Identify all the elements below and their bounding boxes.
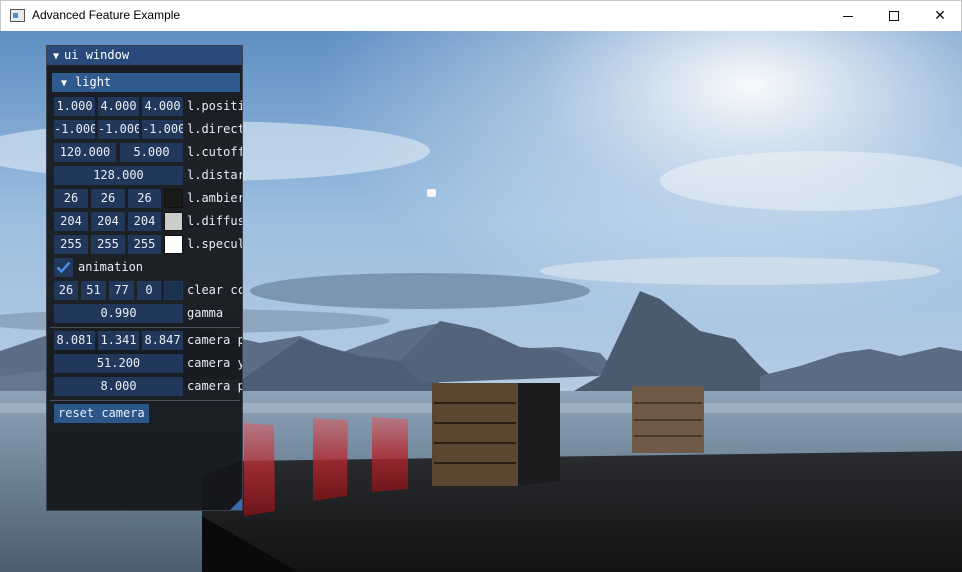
light-specular-label: l.specul bbox=[187, 237, 243, 251]
light-diffuse-swatch[interactable] bbox=[164, 212, 183, 231]
app-icon bbox=[10, 9, 25, 22]
light-position-label: l.positi bbox=[187, 99, 243, 113]
light-ambient-row: 26 26 26 l.ambier bbox=[54, 189, 243, 208]
light-distance-row: 128.000 l.distar bbox=[54, 166, 243, 185]
ui-window[interactable]: ▼ ui window ▼ light 1.000 4.000 4.000 l.po… bbox=[46, 45, 243, 511]
light-cutoff-row: 120.000 5.000 l.cutoff bbox=[54, 143, 243, 162]
light-diffuse-label: l.diffus bbox=[187, 214, 243, 228]
camera-pitch-slider[interactable]: 8.000 bbox=[54, 377, 183, 396]
camera-position-label: camera p bbox=[187, 333, 243, 347]
collapse-arrow-icon[interactable]: ▼ bbox=[53, 51, 59, 62]
checkmark-icon bbox=[56, 261, 71, 274]
light-section-header[interactable]: ▼ light bbox=[52, 73, 240, 92]
light-position-z-field[interactable]: 4.000 bbox=[142, 97, 183, 116]
light-ambient-r-field[interactable]: 26 bbox=[54, 189, 88, 208]
light-position-x-field[interactable]: 1.000 bbox=[54, 97, 95, 116]
title-bar: Advanced Feature Example ✕ bbox=[0, 0, 962, 31]
light-direction-z-field[interactable]: -1.000 bbox=[142, 120, 183, 139]
light-ambient-swatch[interactable] bbox=[164, 189, 183, 208]
camera-yaw-slider[interactable]: 51.200 bbox=[54, 354, 183, 373]
clear-color-row: 26 51 77 0 clear cc bbox=[54, 281, 243, 300]
light-direction-y-field[interactable]: -1.000 bbox=[98, 120, 139, 139]
window-title: Advanced Feature Example bbox=[32, 8, 181, 22]
light-direction-x-field[interactable]: -1.000 bbox=[54, 120, 95, 139]
clear-color-a-field[interactable]: 0 bbox=[137, 281, 161, 300]
separator bbox=[50, 327, 240, 328]
animation-checkbox[interactable] bbox=[54, 258, 73, 277]
light-position-y-field[interactable]: 4.000 bbox=[98, 97, 139, 116]
clear-color-r-field[interactable]: 26 bbox=[54, 281, 78, 300]
separator bbox=[50, 400, 240, 401]
camera-position-z-field[interactable]: 8.847 bbox=[142, 331, 183, 350]
resize-grip-icon[interactable] bbox=[230, 498, 242, 510]
maximize-button[interactable] bbox=[871, 1, 917, 31]
light-direction-label: l.direct bbox=[187, 122, 243, 136]
light-specular-row: 255 255 255 l.specul bbox=[54, 235, 243, 254]
ui-window-titlebar[interactable]: ▼ ui window bbox=[47, 46, 242, 65]
light-ambient-b-field[interactable]: 26 bbox=[128, 189, 161, 208]
light-diffuse-r-field[interactable]: 204 bbox=[54, 212, 88, 231]
light-ambient-g-field[interactable]: 26 bbox=[91, 189, 125, 208]
light-specular-b-field[interactable]: 255 bbox=[128, 235, 161, 254]
light-position-row: 1.000 4.000 4.000 l.positi bbox=[54, 97, 243, 116]
light-diffuse-b-field[interactable]: 204 bbox=[128, 212, 161, 231]
light-cutoff-inner-field[interactable]: 120.000 bbox=[54, 143, 116, 162]
camera-pitch-row: 8.000 camera p bbox=[54, 377, 243, 396]
reset-camera-button[interactable]: reset camera bbox=[54, 404, 149, 423]
ui-window-title: ui window bbox=[64, 48, 130, 62]
minimize-button[interactable] bbox=[825, 1, 871, 31]
light-direction-row: -1.000 -1.000 -1.000 l.direct bbox=[54, 120, 243, 139]
light-distance-slider[interactable]: 128.000 bbox=[54, 166, 183, 185]
light-cutoff-label: l.cutoff bbox=[187, 145, 243, 159]
clear-color-label: clear cc bbox=[187, 283, 243, 297]
close-icon: ✕ bbox=[934, 8, 946, 24]
camera-position-x-field[interactable]: 8.081 bbox=[54, 331, 95, 350]
gamma-label: gamma bbox=[187, 306, 224, 320]
light-specular-g-field[interactable]: 255 bbox=[91, 235, 125, 254]
camera-position-row: 8.081 1.341 8.847 camera p bbox=[54, 331, 243, 350]
light-section-label: light bbox=[75, 75, 112, 89]
light-specular-r-field[interactable]: 255 bbox=[54, 235, 88, 254]
light-diffuse-g-field[interactable]: 204 bbox=[91, 212, 125, 231]
camera-yaw-row: 51.200 camera y bbox=[54, 354, 243, 373]
light-diffuse-row: 204 204 204 l.diffus bbox=[54, 212, 243, 231]
clear-color-g-field[interactable]: 51 bbox=[81, 281, 106, 300]
light-cutoff-outer-field[interactable]: 5.000 bbox=[120, 143, 183, 162]
animation-label: animation bbox=[78, 260, 144, 274]
maximize-icon bbox=[889, 11, 899, 21]
light-distance-label: l.distar bbox=[187, 168, 243, 182]
light-specular-swatch[interactable] bbox=[164, 235, 183, 254]
animation-row: animation bbox=[54, 258, 242, 277]
camera-yaw-label: camera y bbox=[187, 356, 243, 370]
close-button[interactable]: ✕ bbox=[917, 1, 962, 31]
collapse-arrow-icon: ▼ bbox=[61, 78, 68, 89]
light-ambient-label: l.ambier bbox=[187, 191, 243, 205]
minimize-icon bbox=[843, 15, 853, 17]
gamma-row: 0.990 gamma bbox=[54, 304, 242, 323]
clear-color-swatch[interactable] bbox=[164, 281, 183, 300]
clear-color-b-field[interactable]: 77 bbox=[109, 281, 134, 300]
camera-position-y-field[interactable]: 1.341 bbox=[98, 331, 139, 350]
camera-pitch-label: camera p bbox=[187, 379, 243, 393]
gamma-slider[interactable]: 0.990 bbox=[54, 304, 183, 323]
